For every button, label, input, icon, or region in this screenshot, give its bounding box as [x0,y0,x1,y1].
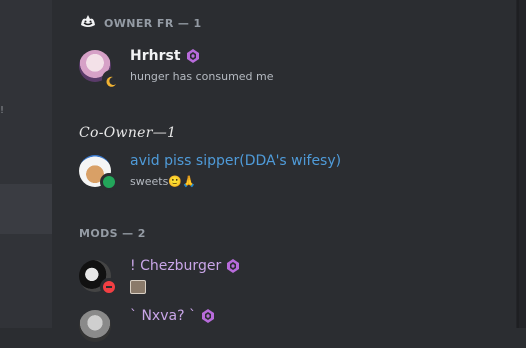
member-avid[interactable]: avid piss sipper(DDA's wifesy) sweets🙂🙏 [74,151,504,193]
status-online-icon [100,173,118,191]
member-name: avid piss sipper(DDA's wifesy) [130,153,342,169]
member-nxva[interactable]: ` Nxva? ` [74,306,504,348]
member-name: Hrhrst [130,48,181,64]
member-status: hunger has consumed me [130,70,274,83]
avatar [79,310,111,342]
scrollbar-rail[interactable] [517,0,519,328]
status-dnd-icon [100,278,118,296]
cat-emoji-icon [81,15,95,27]
member-chezburger[interactable]: ! Chezburger [74,256,504,298]
custom-emoji-icon [130,280,146,294]
category-owner: OWNER FR — 1 [104,17,202,30]
server-boost-icon [201,309,214,323]
member-name: ! Chezburger [130,258,222,274]
server-boost-icon [186,49,199,63]
status-idle-icon [102,70,120,88]
category-coowner: Co-Owner—1 [79,125,177,141]
selected-channel-fragment[interactable] [0,184,52,234]
member-status: sweets🙂🙏 [130,175,196,188]
channel-pane [0,0,52,328]
server-boost-icon [227,259,240,273]
member-name: ` Nxva? ` [130,308,196,324]
category-mods: MODS — 2 [79,227,146,240]
member-hrhrst[interactable]: Hrhrst hunger has consumed me [74,46,504,88]
left-text-fragment: ! [0,105,5,116]
